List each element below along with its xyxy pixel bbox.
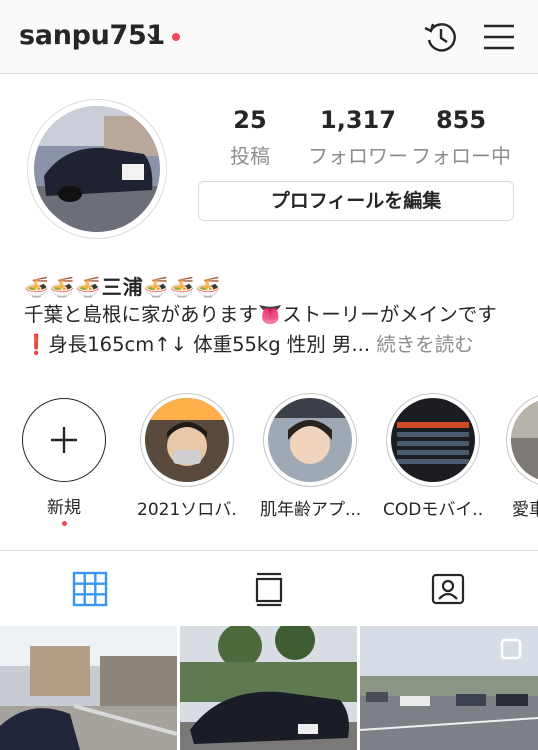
avatar[interactable]: [34, 106, 160, 232]
username-title[interactable]: sanpu751: [19, 20, 165, 51]
post-thumbnail[interactable]: [180, 626, 357, 750]
tab-feed[interactable]: [179, 551, 358, 627]
highlight-label: 愛車: [512, 500, 538, 520]
edit-profile-button[interactable]: プロフィールを編集: [198, 181, 514, 221]
highlight-label: 新規: [47, 498, 81, 518]
highlight-item[interactable]: 愛車: [506, 393, 538, 520]
highlight-item[interactable]: CODモバイ...: [383, 393, 483, 520]
highlight-ring: [140, 393, 234, 487]
highlight-item[interactable]: 2021ソロバ...: [137, 393, 237, 520]
post-thumbnail[interactable]: [0, 626, 177, 750]
profile-tabs: [0, 550, 538, 626]
menu-icon[interactable]: [482, 20, 516, 54]
posts-count: 25: [233, 106, 267, 134]
notification-dot: [172, 33, 180, 41]
new-dot: [61, 521, 67, 526]
followers-stat[interactable]: 1,317 フォロワー: [302, 106, 414, 169]
activity-history-icon[interactable]: [422, 18, 460, 56]
following-stat[interactable]: 855 フォロー中: [408, 106, 514, 169]
new-highlight-ring[interactable]: [22, 398, 106, 482]
bio-name: 🍜🍜🍜三浦🍜🍜🍜: [24, 275, 222, 299]
bio-text: 千葉と島根に家があります👅ストーリーがメインです❗身長165cm↑↓ 体重55k…: [24, 300, 520, 360]
highlight-ring: [263, 393, 357, 487]
highlight-ring: [386, 393, 480, 487]
followers-label: フォロワー: [308, 144, 408, 168]
posts-label: 投稿: [230, 144, 270, 168]
highlight-cover: [268, 398, 352, 482]
followers-count: 1,317: [320, 106, 396, 134]
following-label: フォロー中: [411, 144, 511, 168]
following-count: 855: [435, 106, 487, 134]
tab-tagged[interactable]: [358, 551, 537, 627]
feed-icon: [255, 572, 283, 607]
highlight-label: 2021ソロバ...: [137, 500, 237, 520]
highlight-cover: [511, 398, 538, 482]
highlight-item[interactable]: 肌年齢アプ...: [260, 393, 360, 520]
top-bar: sanpu751: [0, 0, 538, 74]
highlight-ring: [506, 393, 538, 487]
highlight-cover: [391, 398, 475, 482]
tab-grid[interactable]: [0, 551, 179, 627]
highlight-label: CODモバイ...: [383, 500, 483, 520]
read-more-link[interactable]: 続きを読む: [376, 333, 474, 356]
post-thumbnail[interactable]: [360, 626, 538, 750]
highlight-label: 肌年齢アプ...: [260, 500, 360, 520]
highlight-new[interactable]: 新規: [14, 393, 114, 526]
plus-icon: [51, 427, 77, 453]
posts-stat[interactable]: 25 投稿: [222, 106, 278, 169]
highlight-cover: [145, 398, 229, 482]
grid-icon: [72, 571, 108, 607]
chevron-down-icon[interactable]: [146, 30, 160, 44]
tagged-icon: [431, 573, 465, 605]
